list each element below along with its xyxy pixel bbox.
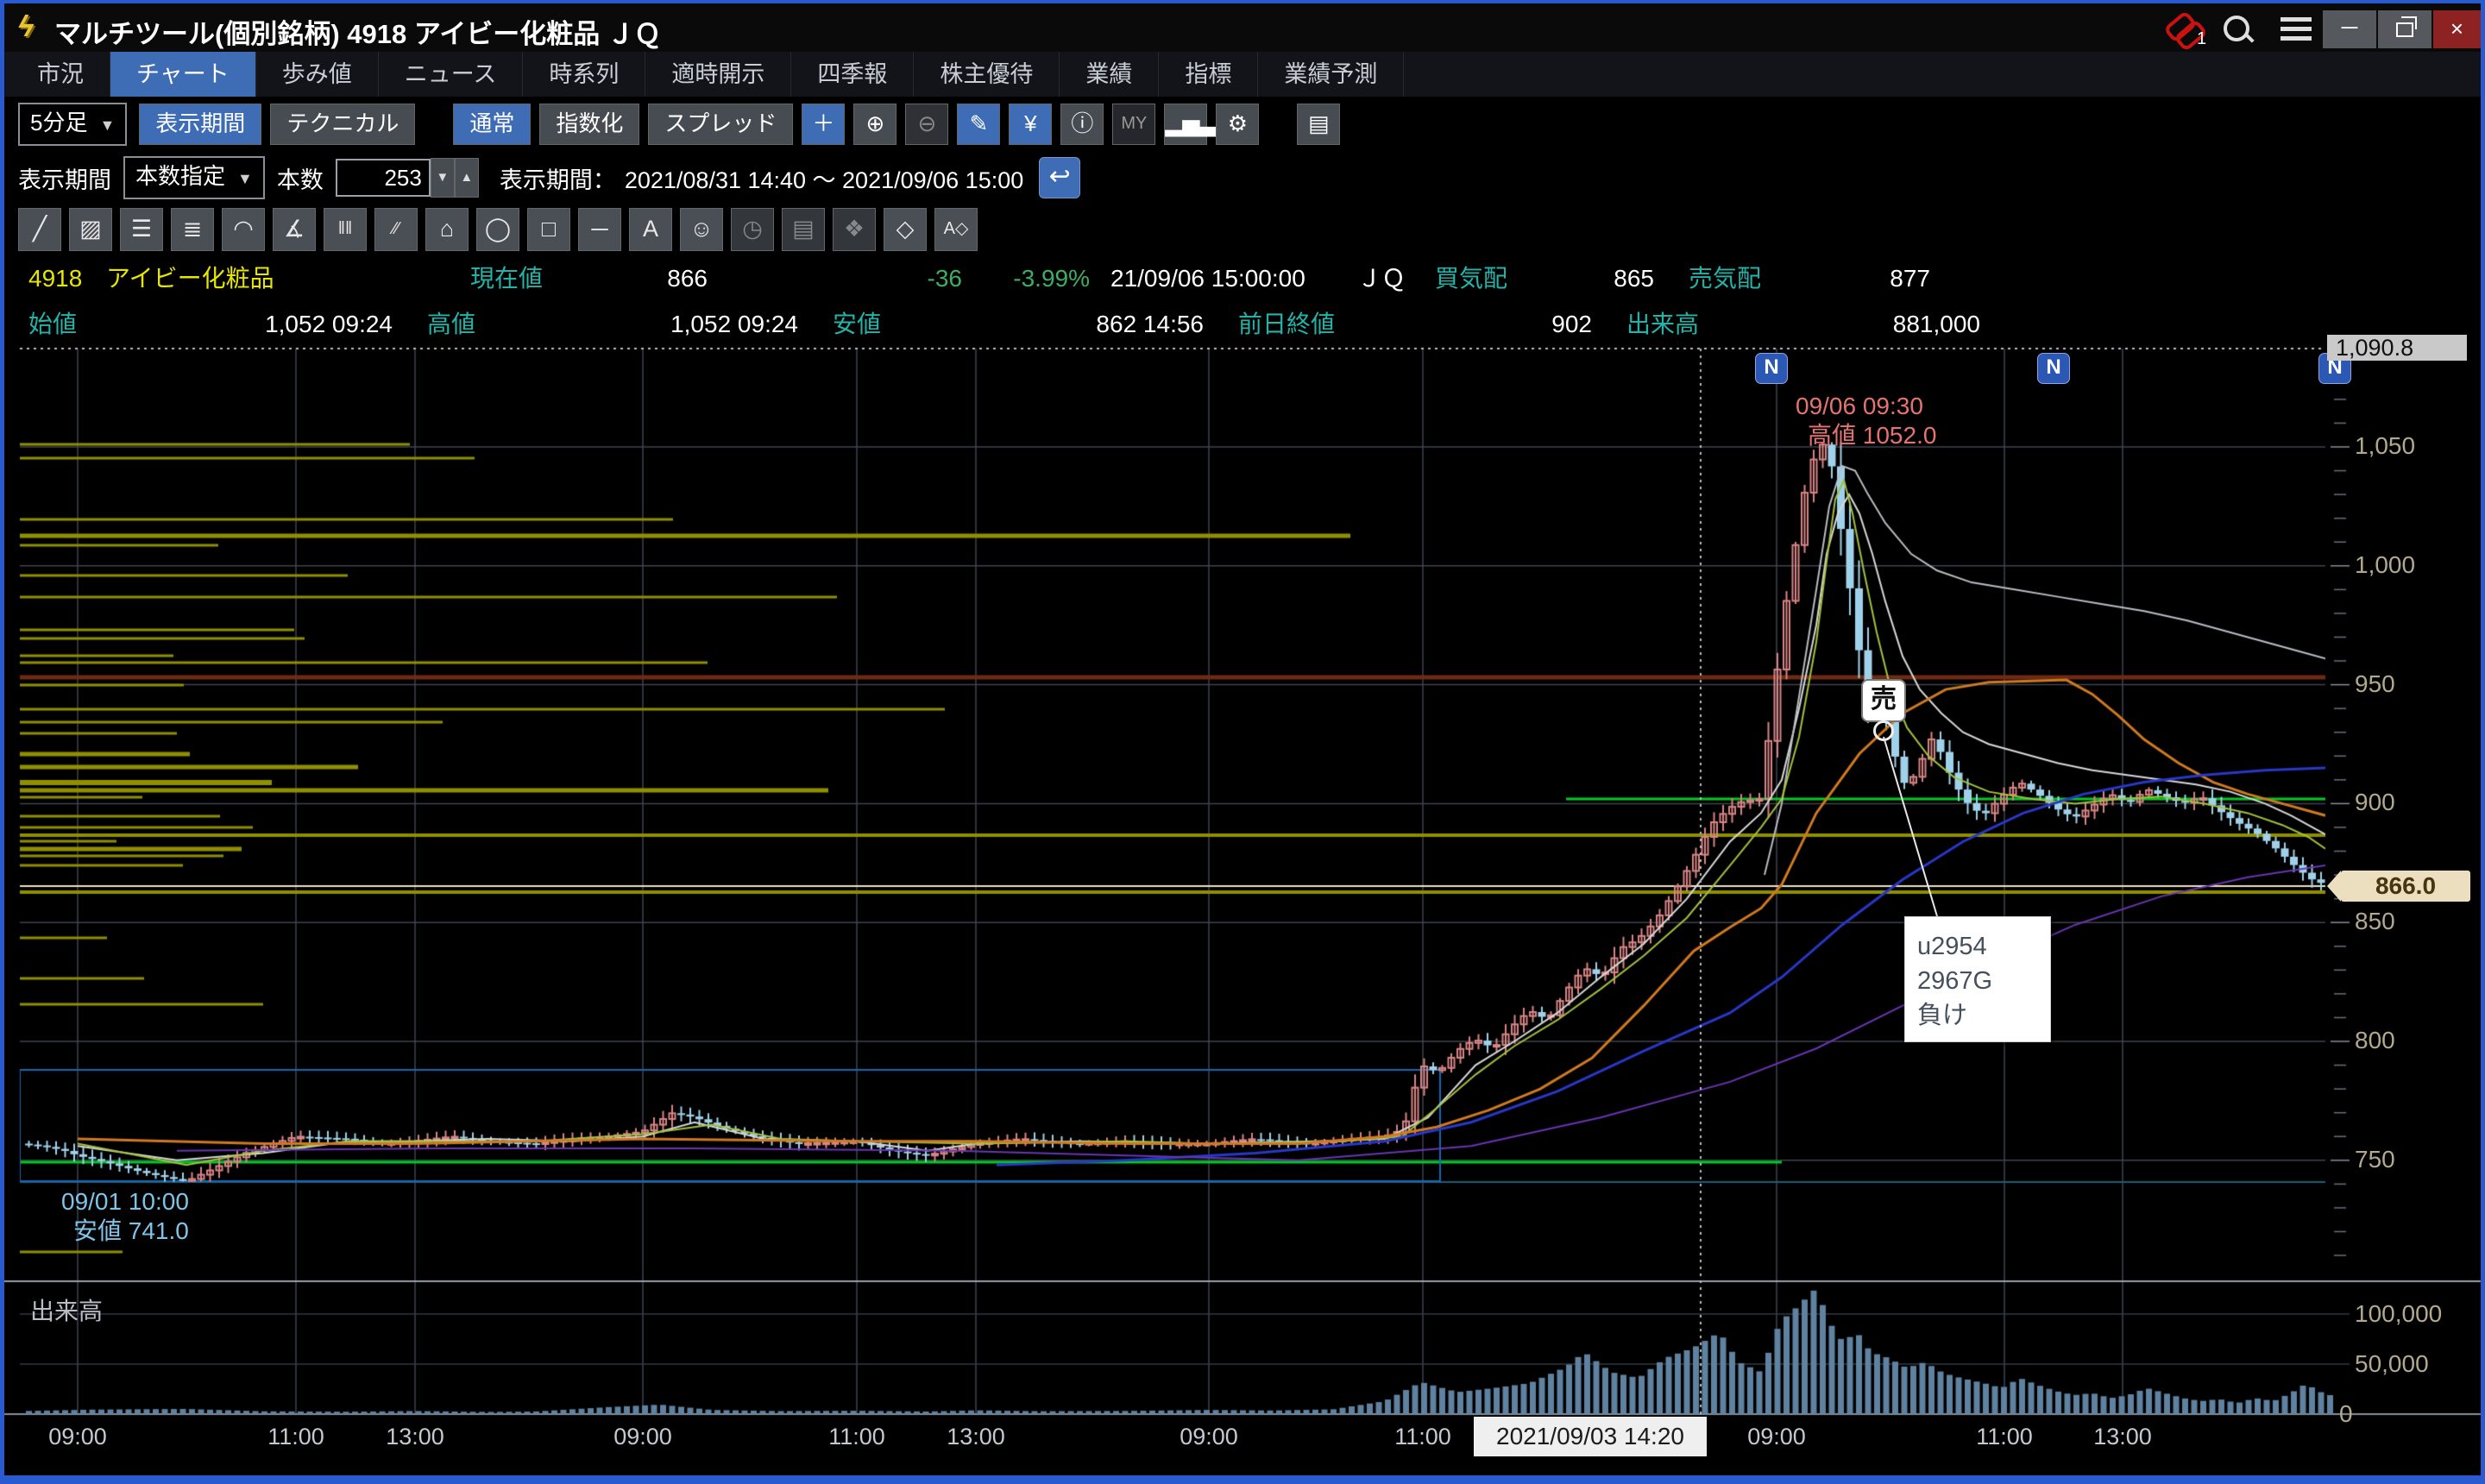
app-window: ϟ マルチツール(個別銘柄) 4918 アイビー化粧品 ＪＱ 1 － × 市況チ… [0, 0, 2485, 1484]
current-price-tag: 866.0 [2341, 871, 2470, 902]
crosshair-time-label: 2021/09/03 14:20 [1474, 1417, 1707, 1456]
crosshair-price-label: 1,090.8 [2327, 335, 2467, 361]
trade-tooltip: u2954 2967G 負け [1904, 916, 2051, 1042]
volume-pane-label: 出来高 [30, 1292, 103, 1327]
sell-marker-line [4, 3, 2485, 1484]
